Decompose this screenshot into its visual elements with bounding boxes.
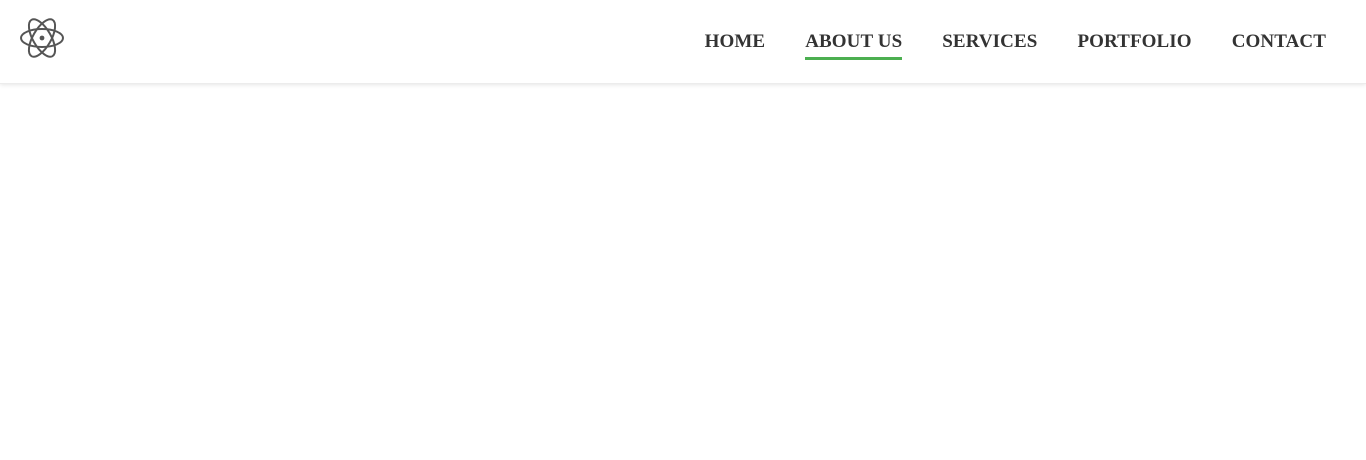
- site-header: HOME ABOUT US SERVICES PORTFOLIO CONTACT: [0, 0, 1366, 84]
- nav-home[interactable]: HOME: [705, 0, 766, 53]
- nav-about-us[interactable]: ABOUT US: [805, 0, 903, 60]
- nav-portfolio[interactable]: PORTFOLIO: [1077, 0, 1191, 53]
- page-content: [0, 84, 1366, 460]
- atom-icon[interactable]: [18, 15, 66, 61]
- nav-services[interactable]: SERVICES: [942, 0, 1037, 53]
- main-nav: HOME ABOUT US SERVICES PORTFOLIO CONTACT: [705, 0, 1326, 83]
- nav-contact[interactable]: CONTACT: [1232, 0, 1326, 53]
